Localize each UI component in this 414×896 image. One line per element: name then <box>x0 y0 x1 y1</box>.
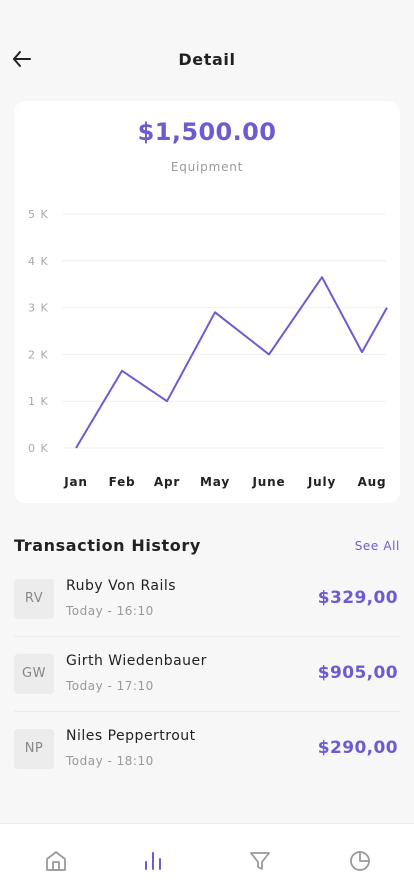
x-tick-label: Feb <box>109 475 136 489</box>
avatar: RV <box>14 579 54 619</box>
transaction-history-header: Transaction History See All <box>14 535 400 557</box>
y-tick-label: 2 K <box>28 348 49 361</box>
x-tick-label: Jan <box>63 475 88 489</box>
bar-chart-icon[interactable] <box>141 849 165 873</box>
y-tick-label: 5 K <box>28 208 49 221</box>
y-tick-label: 3 K <box>28 302 49 315</box>
y-tick-label: 4 K <box>28 255 49 268</box>
transaction-list: RV Ruby Von Rails Today - 16:10 $329,00 … <box>14 562 400 787</box>
transaction-time: Today - 16:10 <box>66 604 154 618</box>
x-tick-label: Aug <box>358 475 387 489</box>
transaction-amount: $329,00 <box>317 588 398 608</box>
y-tick-label: 0 K <box>28 442 49 455</box>
transaction-amount: $905,00 <box>317 663 398 683</box>
x-tick-label: Apr <box>154 475 180 489</box>
see-all-link[interactable]: See All <box>355 539 400 553</box>
x-tick-label: May <box>200 475 230 489</box>
transaction-time: Today - 18:10 <box>66 754 154 768</box>
transaction-row[interactable]: NP Niles Peppertrout Today - 18:10 $290,… <box>14 712 400 787</box>
transaction-name: Girth Wiedenbauer <box>66 653 207 669</box>
summary-card: $1,500.00 Equipment 0 K1 K2 K3 K4 K5 K Ja… <box>14 101 400 503</box>
transaction-row[interactable]: GW Girth Wiedenbauer Today - 17:10 $905,… <box>14 637 400 712</box>
transaction-row[interactable]: RV Ruby Von Rails Today - 16:10 $329,00 <box>14 562 400 637</box>
avatar: NP <box>14 729 54 769</box>
bottom-nav <box>0 823 414 896</box>
header: Detail <box>0 0 414 100</box>
home-icon[interactable] <box>44 849 68 873</box>
filter-icon[interactable] <box>248 849 272 873</box>
y-tick-label: 1 K <box>28 395 49 408</box>
page-title: Detail <box>178 50 236 69</box>
transaction-name: Ruby Von Rails <box>66 578 177 594</box>
x-tick-label: July <box>307 475 336 489</box>
transaction-name: Niles Peppertrout <box>66 728 196 744</box>
x-tick-label: June <box>252 475 286 489</box>
avatar: GW <box>14 654 54 694</box>
pie-chart-icon[interactable] <box>348 849 372 873</box>
transaction-time: Today - 17:10 <box>66 679 154 693</box>
series-line <box>75 276 388 449</box>
section-title: Transaction History <box>14 536 201 555</box>
transaction-amount: $290,00 <box>317 738 398 758</box>
line-chart: 0 K 1 K 2 K 3 K 4 K 5 K Jan Feb Apr May June July Au… <box>28 208 388 489</box>
